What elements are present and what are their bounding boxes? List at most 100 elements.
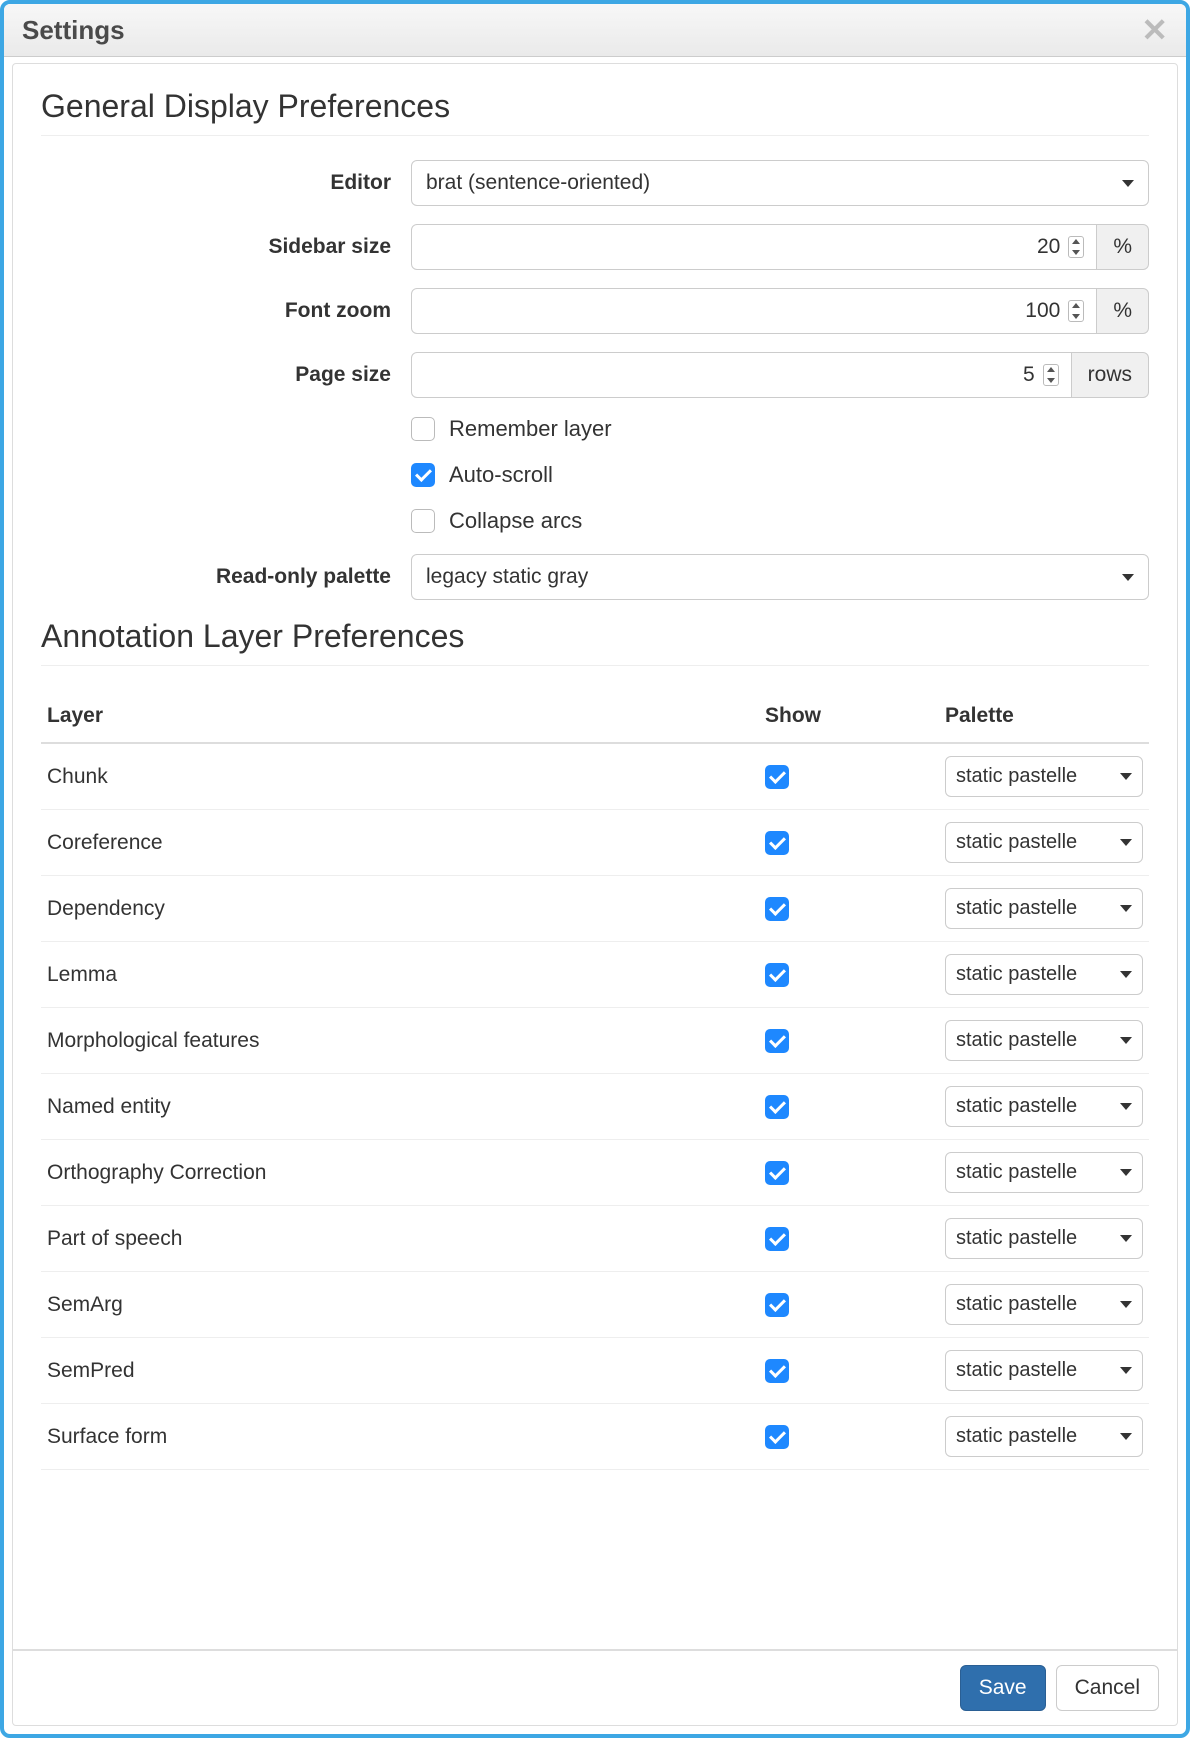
label-auto-scroll: Auto-scroll: [449, 462, 553, 488]
layer-show-checkbox[interactable]: [765, 1425, 789, 1449]
layer-show-cell: [759, 1074, 939, 1140]
page-size-value: 5: [1023, 363, 1035, 387]
layer-palette-value: static pastelle: [956, 1293, 1077, 1316]
layer-palette-select[interactable]: static pastelle: [945, 1020, 1143, 1061]
layer-show-checkbox[interactable]: [765, 1029, 789, 1053]
layer-show-cell: [759, 1404, 939, 1470]
layer-show-cell: [759, 1338, 939, 1404]
label-sidebar-size: Sidebar size: [41, 235, 411, 259]
font-zoom-input[interactable]: 100: [411, 288, 1097, 334]
layer-palette-value: static pastelle: [956, 897, 1077, 920]
layer-palette-select[interactable]: static pastelle: [945, 1086, 1143, 1127]
auto-scroll-checkbox[interactable]: [411, 463, 435, 487]
layer-palette-value: static pastelle: [956, 1161, 1077, 1184]
layer-palette-cell: static pastelle: [939, 743, 1149, 810]
editor-select[interactable]: brat (sentence-oriented): [411, 160, 1149, 206]
collapse-arcs-checkbox[interactable]: [411, 509, 435, 533]
table-row: Lemmastatic pastelle: [41, 942, 1149, 1008]
layer-palette-cell: static pastelle: [939, 1140, 1149, 1206]
remember-layer-checkbox[interactable]: [411, 417, 435, 441]
layer-palette-select[interactable]: static pastelle: [945, 1350, 1143, 1391]
stepper-icon[interactable]: [1043, 364, 1059, 386]
divider: [41, 135, 1149, 136]
table-row: Orthography Correction static pastelle: [41, 1140, 1149, 1206]
read-only-palette-value: legacy static gray: [426, 565, 588, 589]
layer-show-checkbox[interactable]: [765, 831, 789, 855]
layer-name: Dependency: [41, 876, 759, 942]
row-editor: Editor brat (sentence-oriented): [41, 160, 1149, 206]
read-only-palette-select[interactable]: legacy static gray: [411, 554, 1149, 600]
layer-show-cell: [759, 743, 939, 810]
chevron-down-icon: [1120, 1037, 1132, 1044]
layer-show-checkbox[interactable]: [765, 897, 789, 921]
sidebar-size-input[interactable]: 20: [411, 224, 1097, 270]
chevron-down-icon: [1120, 1169, 1132, 1176]
chevron-down-icon: [1120, 1301, 1132, 1308]
layer-palette-cell: static pastelle: [939, 942, 1149, 1008]
layer-palette-select[interactable]: static pastelle: [945, 1152, 1143, 1193]
table-row: Chunk static pastelle: [41, 743, 1149, 810]
layer-palette-select[interactable]: static pastelle: [945, 888, 1143, 929]
layer-palette-select[interactable]: static pastelle: [945, 756, 1143, 797]
layer-show-checkbox[interactable]: [765, 963, 789, 987]
layer-palette-cell: static pastelle: [939, 810, 1149, 876]
layer-palette-select[interactable]: static pastelle: [945, 954, 1143, 995]
layer-show-checkbox[interactable]: [765, 1095, 789, 1119]
row-sidebar-size: Sidebar size 20 %: [41, 224, 1149, 270]
cancel-button[interactable]: Cancel: [1056, 1665, 1159, 1711]
chevron-down-icon: [1120, 1433, 1132, 1440]
table-row: Coreferencestatic pastelle: [41, 810, 1149, 876]
table-row: SemArg static pastelle: [41, 1272, 1149, 1338]
editor-select-value: brat (sentence-oriented): [426, 171, 650, 195]
dialog-title: Settings: [22, 15, 125, 46]
table-row: SemPred static pastelle: [41, 1338, 1149, 1404]
layer-name: SemArg: [41, 1272, 759, 1338]
layer-palette-select[interactable]: static pastelle: [945, 1416, 1143, 1457]
layer-palette-value: static pastelle: [956, 1227, 1077, 1250]
layer-palette-cell: static pastelle: [939, 1008, 1149, 1074]
table-row: Part of speechstatic pastelle: [41, 1206, 1149, 1272]
divider: [41, 665, 1149, 666]
layer-palette-value: static pastelle: [956, 765, 1077, 788]
row-collapse-arcs: Collapse arcs: [411, 508, 1149, 534]
layer-show-checkbox[interactable]: [765, 1227, 789, 1251]
section-title-annotation: Annotation Layer Preferences: [41, 618, 1149, 655]
layer-name: Chunk: [41, 743, 759, 810]
layer-palette-cell: static pastelle: [939, 1206, 1149, 1272]
layer-show-checkbox[interactable]: [765, 765, 789, 789]
layer-table: Layer Show Palette Chunkstatic pastelleC…: [41, 690, 1149, 1470]
section-title-general: General Display Preferences: [41, 88, 1149, 125]
stepper-icon[interactable]: [1068, 236, 1084, 258]
layer-palette-select[interactable]: static pastelle: [945, 1218, 1143, 1259]
layer-name: Orthography Correction: [41, 1140, 759, 1206]
close-icon[interactable]: ✕: [1141, 14, 1168, 46]
sidebar-size-value: 20: [1037, 235, 1060, 259]
table-row: Surface formstatic pastelle: [41, 1404, 1149, 1470]
chevron-down-icon: [1120, 839, 1132, 846]
layer-show-checkbox[interactable]: [765, 1359, 789, 1383]
label-collapse-arcs: Collapse arcs: [449, 508, 582, 534]
layer-palette-value: static pastelle: [956, 963, 1077, 986]
layer-show-cell: [759, 1206, 939, 1272]
stepper-icon[interactable]: [1068, 300, 1084, 322]
layer-show-cell: [759, 810, 939, 876]
th-layer: Layer: [41, 690, 759, 743]
layer-name: SemPred: [41, 1338, 759, 1404]
settings-dialog: Settings ✕ General Display Preferences E…: [0, 0, 1190, 1738]
page-size-input[interactable]: 5: [411, 352, 1072, 398]
layer-palette-select[interactable]: static pastelle: [945, 822, 1143, 863]
layer-palette-select[interactable]: static pastelle: [945, 1284, 1143, 1325]
layer-show-cell: [759, 1008, 939, 1074]
th-show: Show: [759, 690, 939, 743]
layer-show-cell: [759, 1272, 939, 1338]
layer-show-checkbox[interactable]: [765, 1161, 789, 1185]
dialog-body: General Display Preferences Editor brat …: [12, 63, 1178, 1650]
th-palette: Palette: [939, 690, 1149, 743]
layer-palette-cell: static pastelle: [939, 1272, 1149, 1338]
save-button[interactable]: Save: [960, 1665, 1046, 1711]
label-editor: Editor: [41, 171, 411, 195]
label-read-only-palette: Read-only palette: [41, 565, 411, 589]
row-page-size: Page size 5 rows: [41, 352, 1149, 398]
layer-palette-value: static pastelle: [956, 1425, 1077, 1448]
layer-show-checkbox[interactable]: [765, 1293, 789, 1317]
